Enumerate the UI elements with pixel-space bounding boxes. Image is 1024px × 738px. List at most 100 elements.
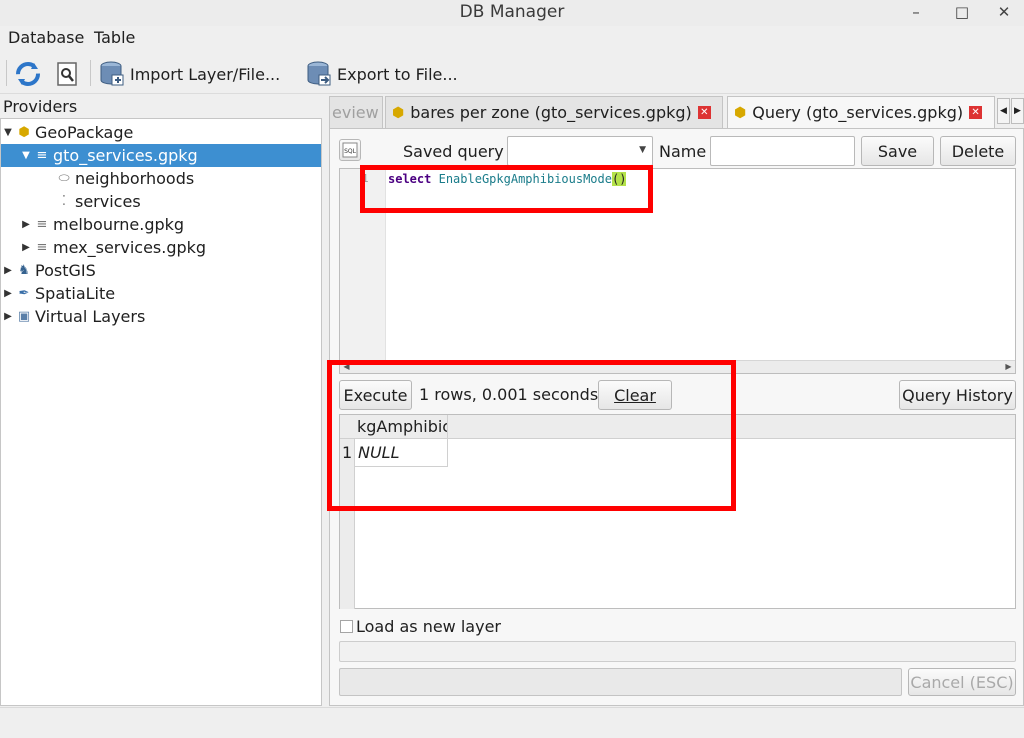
scroll-left-icon[interactable]: ◀ [340, 361, 353, 373]
saved-query-label: Saved query [403, 142, 504, 161]
menu-database[interactable]: Database [8, 28, 84, 47]
horizontal-scrollbar[interactable]: ◀ ▶ [340, 360, 1015, 373]
point-layer-icon: ⁚ [61, 194, 67, 209]
results-table[interactable]: kgAmphibic 1 NULL [339, 414, 1016, 609]
sql-editor[interactable]: 1 select EnableGpkgAmphibiousMode() ◀ ▶ [339, 168, 1016, 374]
execute-button[interactable]: Execute [339, 380, 412, 410]
geopackage-icon: ⬢ [18, 125, 30, 140]
sql-keyword: select [388, 172, 432, 186]
scroll-tabs-right-icon[interactable]: ▶ [1011, 98, 1024, 124]
collapsed-arrow-icon[interactable]: ▶ [1, 311, 15, 322]
toolbar: Import Layer/File... Export to File... [0, 52, 1024, 94]
progress-bar [339, 668, 902, 696]
title-bar: DB Manager – □ ✕ [0, 0, 1024, 26]
tree-item-label: GeoPackage [35, 123, 134, 142]
svg-text:SQL: SQL [344, 148, 357, 155]
tab-label: Query (gto_services.gpkg) [752, 103, 964, 122]
postgis-elephant-icon: ♞ [18, 263, 30, 278]
export-file-label: Export to File... [337, 64, 458, 84]
database-icon: ≡ [36, 240, 48, 255]
query-name-input[interactable] [710, 136, 855, 166]
tree-item-spatialite[interactable]: ▶ ✒ SpatiaLite [1, 282, 321, 305]
tree-item-mex-services[interactable]: ▶ ≡ mex_services.gpkg [1, 236, 321, 259]
sql-function: EnableGpkgAmphibiousMode [438, 172, 612, 186]
database-export-icon [307, 61, 331, 86]
scroll-right-icon[interactable]: ▶ [1002, 361, 1015, 373]
providers-label: Providers [3, 97, 78, 116]
minimize-icon[interactable]: – [896, 0, 936, 26]
cancel-button[interactable]: Cancel (ESC) [908, 668, 1016, 696]
column-header[interactable]: kgAmphibic [355, 415, 448, 439]
tree-item-label: gto_services.gpkg [53, 146, 198, 165]
refresh-icon [16, 62, 40, 86]
status-bar [0, 707, 1024, 738]
tree-item-label: Virtual Layers [35, 307, 146, 326]
expanded-arrow-icon[interactable]: ▼ [19, 150, 33, 161]
tab-label: eview [332, 103, 379, 122]
table-cell[interactable]: NULL [355, 439, 448, 467]
tree-item-gto-services[interactable]: ▼ ≡ gto_services.gpkg [1, 144, 321, 167]
chevron-down-icon: ▼ [639, 145, 646, 155]
collapsed-arrow-icon[interactable]: ▶ [19, 219, 33, 230]
tree-item-label: neighborhoods [75, 169, 195, 188]
sql-builder-button[interactable]: SQL [339, 139, 361, 161]
tab-preview[interactable]: eview [329, 96, 383, 128]
name-label: Name [659, 142, 707, 161]
import-layer-button[interactable]: Import Layer/File... [98, 59, 280, 89]
scroll-tabs-left-icon[interactable]: ◀ [997, 98, 1010, 124]
tree-item-label: mex_services.gpkg [53, 238, 207, 257]
toolbar-grip [6, 60, 7, 86]
tab-label: bares per zone (gto_services.gpkg) [410, 103, 692, 122]
tree-item-neighborhoods[interactable]: ⬭ neighborhoods [1, 167, 321, 190]
execution-status: 1 rows, 0.001 seconds [419, 385, 599, 404]
saved-query-dropdown[interactable]: ▼ [507, 136, 653, 166]
polygon-layer-icon: ⬭ [58, 171, 70, 186]
row-number[interactable]: 1 [342, 443, 352, 462]
delete-button[interactable]: Delete [940, 136, 1016, 166]
tree-item-label: services [75, 192, 141, 211]
tree-item-geopackage[interactable]: ▼ ⬢ GeoPackage [1, 121, 321, 144]
tree-item-virtual-layers[interactable]: ▶ ▣ Virtual Layers [1, 305, 321, 328]
tab-bares-per-zone[interactable]: ⬢ bares per zone (gto_services.gpkg) ✕ [385, 96, 723, 128]
row-header-column [340, 439, 355, 609]
export-file-button[interactable]: Export to File... [305, 59, 458, 89]
expanded-arrow-icon[interactable]: ▼ [1, 127, 15, 138]
tab-query[interactable]: ⬢ Query (gto_services.gpkg) ✕ [727, 96, 995, 128]
collapsed-arrow-icon[interactable]: ▶ [19, 242, 33, 253]
info-button[interactable] [53, 59, 81, 89]
import-layer-label: Import Layer/File... [130, 64, 281, 84]
menu-bar: Database Table [0, 26, 1024, 50]
geopackage-icon: ⬢ [734, 104, 747, 121]
collapsed-arrow-icon[interactable]: ▶ [1, 288, 15, 299]
load-as-layer-checkbox[interactable] [340, 620, 353, 633]
sql-code[interactable]: select EnableGpkgAmphibiousMode() [388, 172, 627, 186]
menu-table[interactable]: Table [94, 28, 135, 47]
geopackage-icon: ⬢ [392, 104, 405, 121]
sql-icon: SQL [342, 142, 358, 158]
collapsed-arrow-icon[interactable]: ▶ [1, 265, 15, 276]
tab-bar: eview ⬢ bares per zone (gto_services.gpk… [329, 96, 1024, 128]
line-number: 1 [362, 172, 369, 185]
tree-item-services[interactable]: ⁚ services [1, 190, 321, 213]
clear-button[interactable]: Clear [598, 380, 672, 410]
line-number-gutter: 1 [340, 169, 386, 361]
providers-tree[interactable]: ▼ ⬢ GeoPackage ▼ ≡ gto_services.gpkg ⬭ n… [0, 118, 322, 706]
tree-item-label: melbourne.gpkg [53, 215, 185, 234]
info-doc-icon [57, 62, 77, 86]
window-title: DB Manager [459, 2, 565, 22]
close-tab-icon[interactable]: ✕ [697, 106, 711, 119]
database-import-icon [100, 61, 124, 86]
tree-item-melbourne[interactable]: ▶ ≡ melbourne.gpkg [1, 213, 321, 236]
refresh-button[interactable] [14, 59, 42, 89]
tree-item-postgis[interactable]: ▶ ♞ PostGIS [1, 259, 321, 282]
load-options-bar [339, 641, 1016, 662]
tree-item-label: SpatiaLite [35, 284, 116, 303]
panel-splitter[interactable] [325, 94, 328, 706]
toolbar-separator [90, 60, 91, 86]
database-icon: ≡ [36, 217, 48, 232]
maximize-icon[interactable]: □ [942, 0, 982, 26]
save-button[interactable]: Save [861, 136, 934, 166]
query-history-button[interactable]: Query History [899, 380, 1016, 410]
close-tab-icon[interactable]: ✕ [969, 106, 983, 119]
close-icon[interactable]: ✕ [984, 0, 1024, 26]
